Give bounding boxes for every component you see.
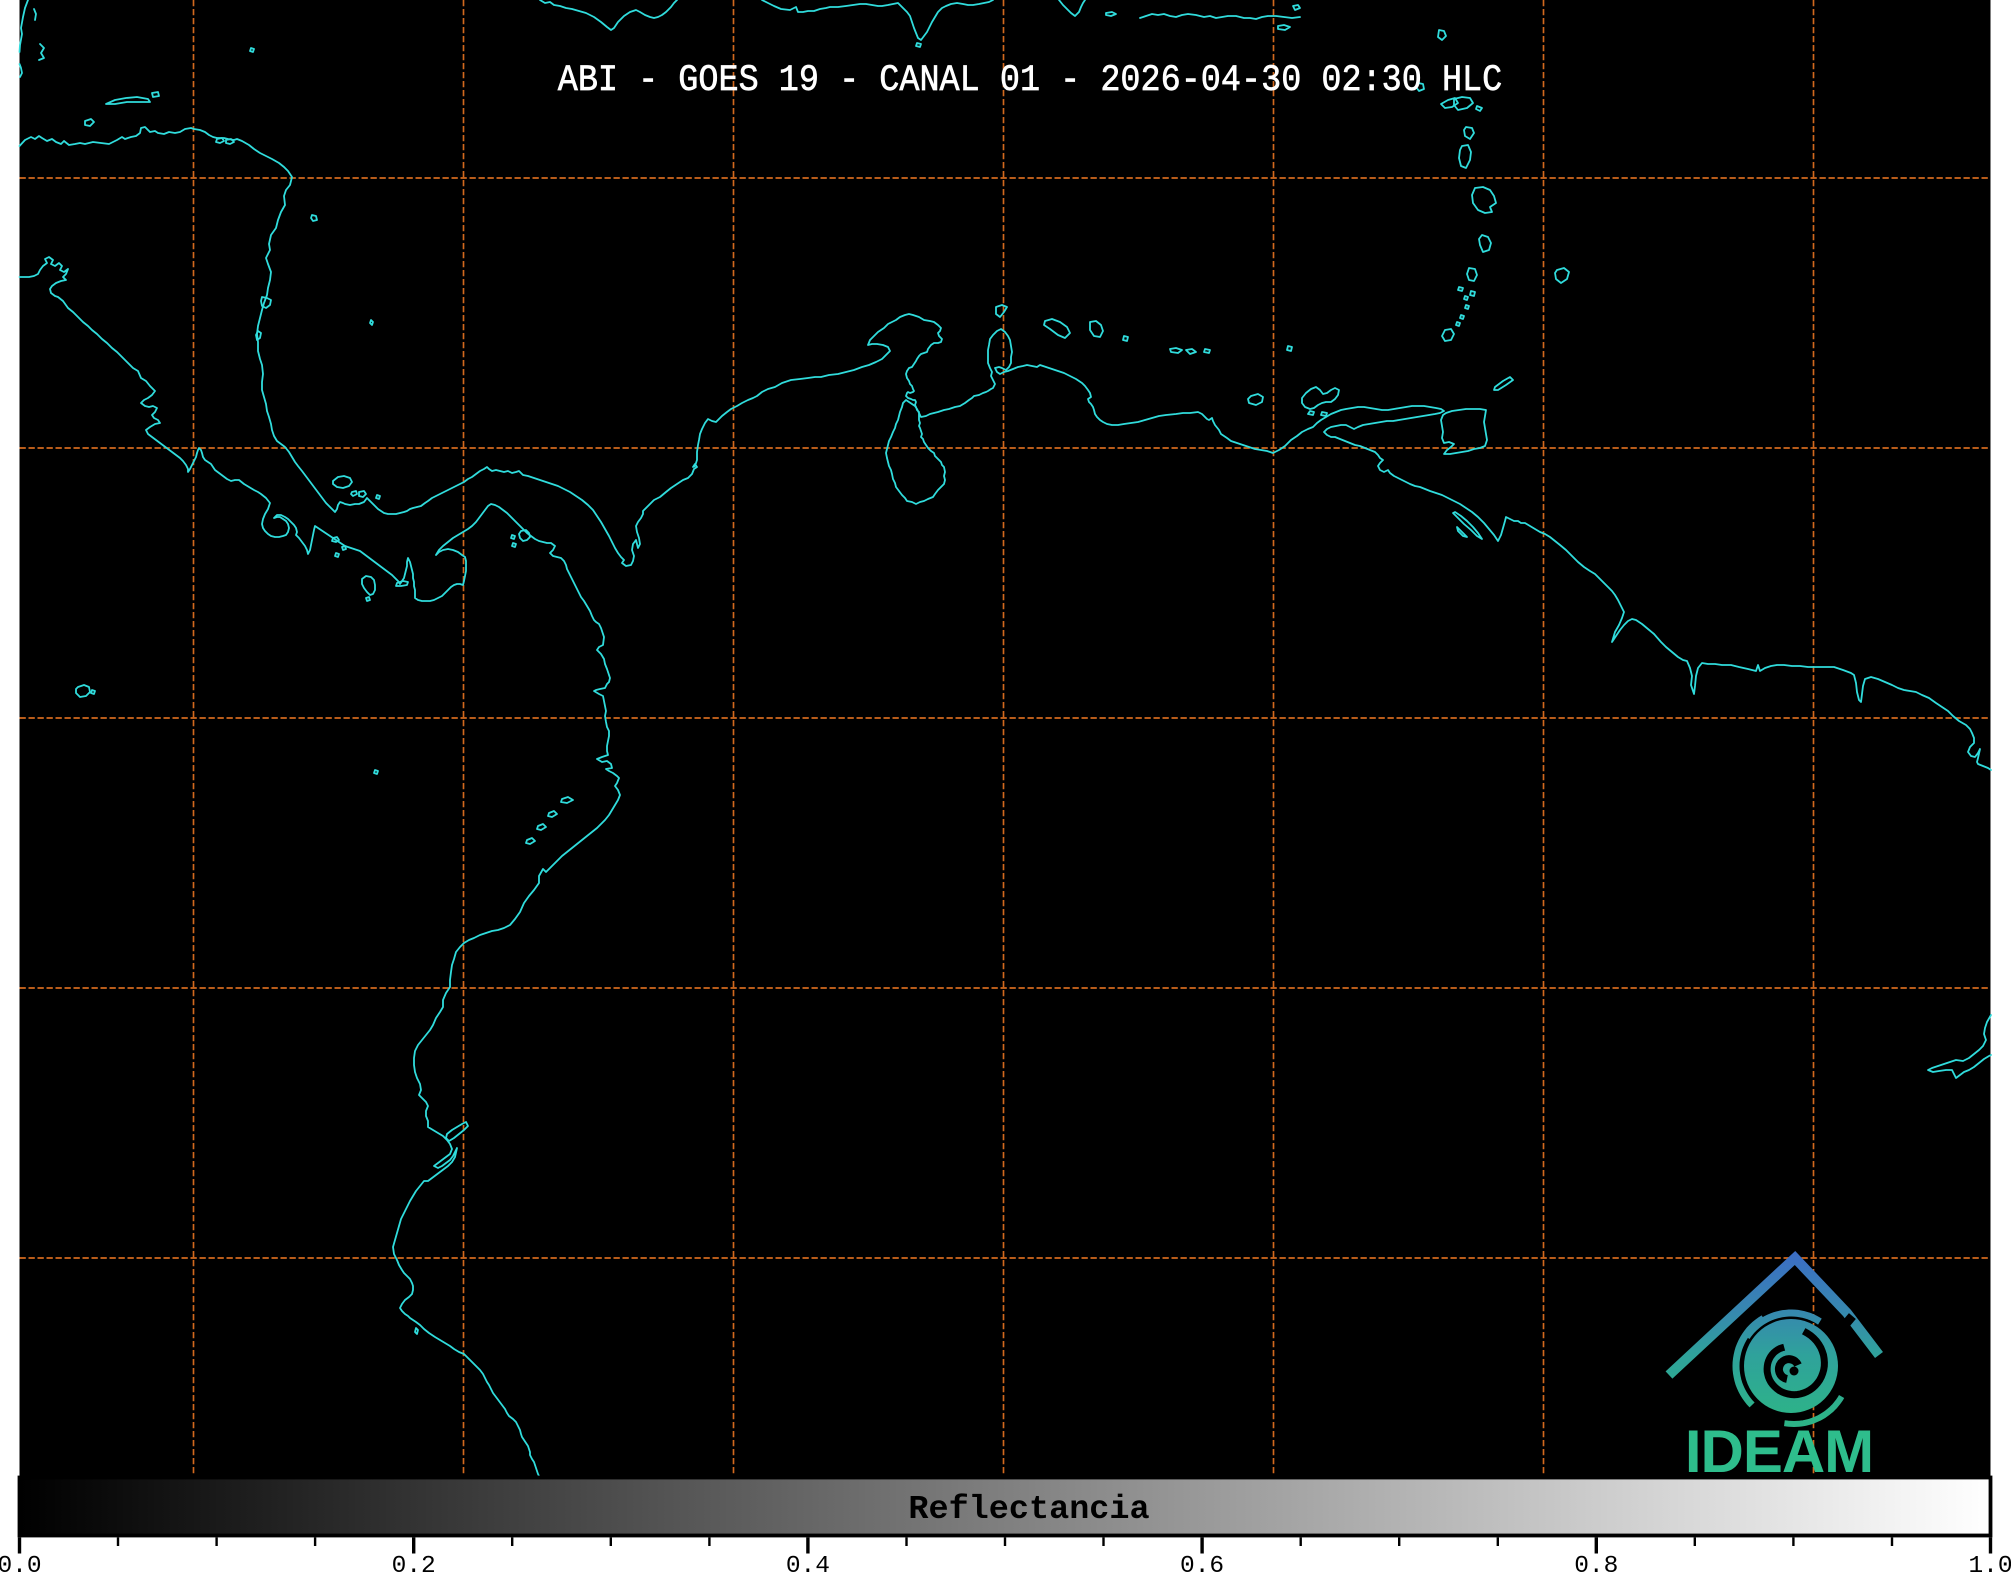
svg-text:1.0: 1.0	[1968, 1553, 2011, 1577]
svg-text:0.6: 0.6	[1180, 1553, 1224, 1577]
svg-text:ABI - GOES 19 - CANAL 01 - 202: ABI - GOES 19 - CANAL 01 - 2026-04-30 02…	[558, 60, 1503, 102]
svg-text:0.0: 0.0	[0, 1553, 42, 1577]
svg-text:Reflectancia: Reflectancia	[908, 1491, 1149, 1529]
svg-text:IDEAM: IDEAM	[1685, 1418, 1873, 1485]
svg-text:0.2: 0.2	[392, 1553, 436, 1577]
svg-text:0.8: 0.8	[1574, 1553, 1618, 1577]
svg-text:0.4: 0.4	[786, 1553, 830, 1577]
